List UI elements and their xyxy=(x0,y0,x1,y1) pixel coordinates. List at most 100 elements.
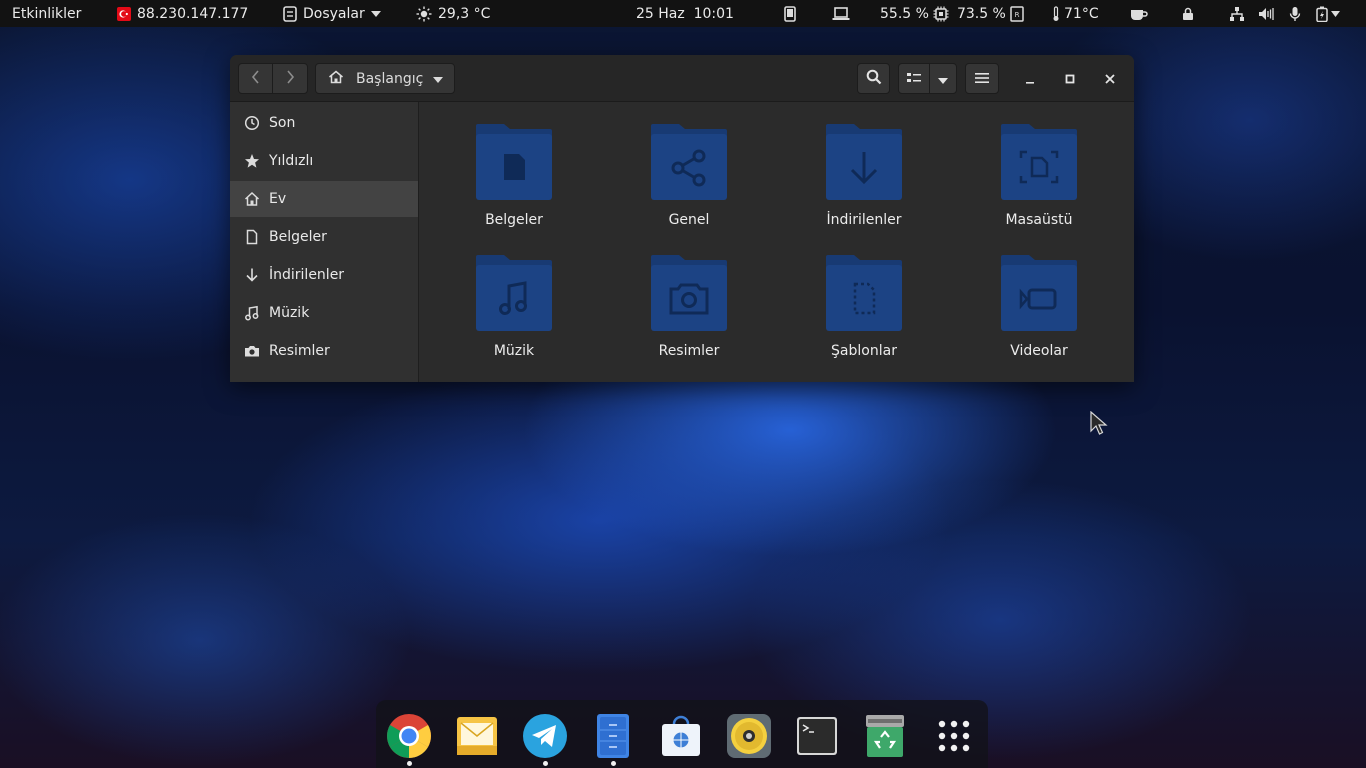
download-icon xyxy=(244,267,260,283)
folder-label: Resimler xyxy=(658,343,720,359)
files-app-icon xyxy=(283,5,297,22)
home-icon xyxy=(244,191,260,207)
smartphone-icon xyxy=(784,5,796,22)
desktop-folder-icon xyxy=(1001,124,1077,200)
datetime-label: 25 Haz 10:01 xyxy=(636,5,734,22)
chevron-down-icon xyxy=(1331,10,1340,17)
sidebar-item-music[interactable]: Müzik xyxy=(230,295,418,331)
activities-button[interactable]: Etkinlikler xyxy=(12,0,81,27)
search-button[interactable] xyxy=(857,63,890,94)
files-window: Başlangıç Son Yıldızlı Ev Belgeler İndir… xyxy=(230,55,1134,382)
document-icon xyxy=(244,229,260,245)
sidebar-item-starred[interactable]: Yıldızlı xyxy=(230,143,418,179)
folder-templates[interactable]: Şablonlar xyxy=(789,253,939,373)
volume-indicator[interactable] xyxy=(1258,0,1274,27)
home-icon xyxy=(328,70,344,88)
maximize-button[interactable] xyxy=(1054,63,1085,94)
cpu-label: 55.5 % xyxy=(880,5,929,22)
mouse-pointer-icon xyxy=(1090,411,1108,435)
folder-label: Masaüstü xyxy=(1005,212,1073,228)
sun-icon xyxy=(416,6,432,22)
path-bar-home[interactable]: Başlangıç xyxy=(315,63,455,94)
places-sidebar: Son Yıldızlı Ev Belgeler İndirilenler Mü… xyxy=(230,102,419,382)
folder-desktop[interactable]: Masaüstü xyxy=(964,122,1114,242)
view-toggle-button[interactable] xyxy=(898,63,930,94)
dock-telegram[interactable] xyxy=(522,713,568,759)
folder-label: Genel xyxy=(668,212,710,228)
folder-label: Belgeler xyxy=(485,212,543,228)
sidebar-item-label: Ev xyxy=(269,191,287,207)
back-button[interactable] xyxy=(238,63,273,94)
network-indicator[interactable] xyxy=(1229,0,1245,27)
dock-rhythmbox[interactable] xyxy=(726,713,772,759)
microphone-indicator[interactable] xyxy=(1289,0,1301,27)
coffee-cup-icon xyxy=(1130,7,1148,21)
laptop-icon xyxy=(832,6,850,21)
folder-downloads[interactable]: İndirilenler xyxy=(789,122,939,242)
rhythmbox-icon xyxy=(727,714,771,758)
folder-label: Müzik xyxy=(493,343,535,359)
phone-indicator[interactable] xyxy=(784,0,796,27)
maximize-icon xyxy=(1065,69,1075,88)
dock-trash[interactable] xyxy=(862,713,908,759)
sidebar-item-downloads[interactable]: İndirilenler xyxy=(230,257,418,293)
ip-indicator[interactable]: 88.230.147.177 xyxy=(117,0,248,27)
lock-indicator[interactable] xyxy=(1182,0,1194,27)
dock-software[interactable] xyxy=(658,713,704,759)
sidebar-item-label: Son xyxy=(269,115,296,131)
dock-files[interactable] xyxy=(590,713,636,759)
close-button[interactable] xyxy=(1094,63,1125,94)
sidebar-item-recent[interactable]: Son xyxy=(230,105,418,141)
folder-documents[interactable]: Belgeler xyxy=(439,122,589,242)
header-bar: Başlangıç xyxy=(230,55,1134,102)
memory-label: 73.5 % xyxy=(956,5,1006,22)
weather-indicator[interactable]: 29,3 °C xyxy=(416,0,490,27)
software-store-icon xyxy=(662,715,700,756)
files-icon xyxy=(597,714,629,758)
folder-label: Videolar xyxy=(1010,343,1068,359)
memory-icon: R xyxy=(1010,5,1024,22)
sidebar-item-label: Müzik xyxy=(269,305,310,321)
chevron-left-icon xyxy=(251,69,260,88)
system-monitor[interactable]: 55.5 % 73.5 % R xyxy=(880,0,1024,27)
dock-chrome[interactable] xyxy=(386,713,432,759)
folder-label: Şablonlar xyxy=(831,343,897,359)
app-menu[interactable]: Dosyalar xyxy=(283,0,381,27)
sidebar-item-pictures[interactable]: Resimler xyxy=(230,333,418,369)
battery-indicator[interactable] xyxy=(1316,0,1340,27)
dock-show-applications[interactable] xyxy=(931,713,977,759)
network-wired-icon xyxy=(1229,6,1245,22)
chrome-icon xyxy=(387,714,431,758)
folder-videos[interactable]: Videolar xyxy=(964,253,1114,373)
battery-charging-icon xyxy=(1316,6,1328,22)
dock-terminal[interactable] xyxy=(794,713,840,759)
caffeine-indicator[interactable] xyxy=(1130,0,1148,27)
music-folder-icon xyxy=(476,255,552,331)
download-folder-icon xyxy=(826,124,902,200)
folder-pictures[interactable]: Resimler xyxy=(614,253,764,373)
folder-music[interactable]: Müzik xyxy=(439,253,589,373)
turkey-flag-icon xyxy=(117,6,131,21)
templates-folder-icon xyxy=(826,255,902,331)
temperature-indicator[interactable]: 71°C xyxy=(1052,0,1099,27)
sidebar-item-label: Belgeler xyxy=(269,229,327,245)
dock-mail[interactable] xyxy=(454,713,500,759)
chevron-down-icon xyxy=(938,69,948,88)
sidebar-item-home[interactable]: Ev xyxy=(230,181,418,217)
laptop-indicator[interactable] xyxy=(832,0,850,27)
top-bar: Etkinlikler 88.230.147.177 Dosyalar 29,3… xyxy=(0,0,1366,27)
forward-button[interactable] xyxy=(272,63,308,94)
clock[interactable]: 25 Haz 10:01 xyxy=(636,0,734,27)
view-options-button[interactable] xyxy=(929,63,957,94)
lock-icon xyxy=(1182,7,1194,21)
terminal-icon xyxy=(797,717,837,755)
weather-label: 29,3 °C xyxy=(438,5,491,22)
main-menu-button[interactable] xyxy=(965,63,999,94)
folder-public[interactable]: Genel xyxy=(614,122,764,242)
sidebar-item-label: Yıldızlı xyxy=(269,153,314,169)
sidebar-item-documents[interactable]: Belgeler xyxy=(230,219,418,255)
minimize-button[interactable] xyxy=(1014,63,1045,94)
running-indicator xyxy=(543,761,548,766)
running-indicator xyxy=(611,761,616,766)
clock-icon xyxy=(244,115,260,131)
